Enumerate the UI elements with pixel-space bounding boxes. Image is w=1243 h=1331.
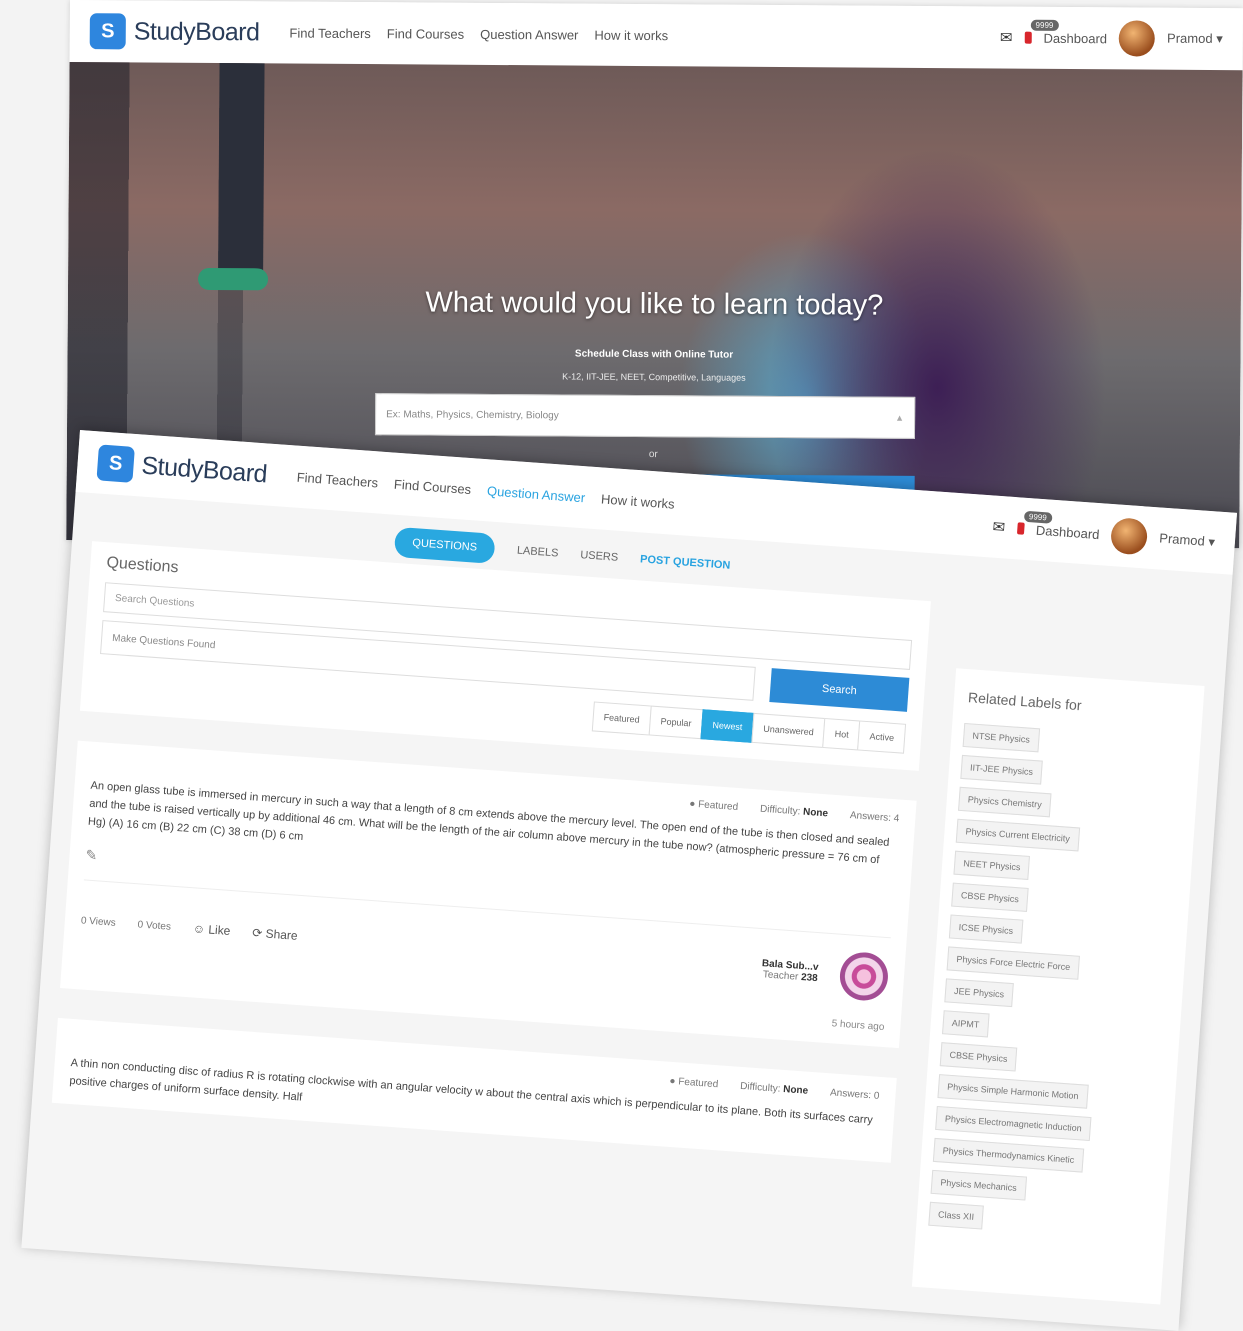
label-tag[interactable]: Class XII: [928, 1201, 984, 1230]
nav-question-answer[interactable]: Question Answer: [480, 26, 578, 42]
question-card[interactable]: ● Featured Difficulty: None Answers: 0 A…: [51, 1017, 897, 1163]
hero-photo-person: [218, 63, 265, 274]
search-button[interactable]: Search: [769, 668, 910, 712]
filter-hot[interactable]: Hot: [822, 717, 861, 751]
tab-questions[interactable]: QUESTIONS: [393, 526, 497, 564]
view-count: 0 Views: [80, 914, 117, 929]
label-tag[interactable]: IIT-JEE Physics: [960, 754, 1043, 785]
featured-label: ● Featured: [688, 798, 739, 814]
author-role: Teacher: [762, 969, 799, 983]
related-labels-title: Related Labels for: [967, 689, 1083, 714]
share-button[interactable]: ⟳ Share: [252, 926, 298, 943]
author-info[interactable]: Bala Sub...v Teacher 238: [761, 958, 819, 984]
nav-how-it-works[interactable]: How it works: [601, 491, 676, 511]
nav-how-it-works[interactable]: How it works: [594, 27, 668, 43]
label-tag[interactable]: ICSE Physics: [948, 914, 1023, 944]
logo-icon: S: [96, 444, 135, 483]
mail-icon[interactable]: ✉: [1000, 28, 1013, 46]
question-filter-placeholder: Make Questions Found: [111, 632, 216, 651]
chevron-down-icon[interactable]: ▲: [895, 413, 904, 423]
label-tag[interactable]: JEE Physics: [944, 978, 1014, 1008]
filter-active[interactable]: Active: [857, 720, 907, 754]
label-tag[interactable]: AIPMT: [942, 1010, 990, 1038]
label-tag[interactable]: CBSE Physics: [939, 1042, 1018, 1072]
filter-featured[interactable]: Featured: [591, 701, 652, 736]
notification-badge: 9999: [1030, 19, 1059, 31]
question-search-placeholder: Search Questions: [114, 592, 195, 610]
nav-dashboard[interactable]: Dashboard: [1036, 522, 1101, 542]
label-list: NTSE Physics IIT-JEE Physics Physics Chemi…: [926, 722, 1191, 1250]
tab-labels[interactable]: LABELS: [516, 545, 558, 560]
answer-count: Answers: 4: [849, 810, 900, 825]
brand-name: StudyBoard: [140, 451, 268, 488]
featured-label: ● Featured: [669, 1075, 719, 1091]
label-tag[interactable]: NEET Physics: [953, 850, 1031, 880]
difficulty: Difficulty: None: [739, 1080, 809, 1097]
bell-icon[interactable]: 9999: [1016, 510, 1053, 535]
logo-icon: S: [89, 13, 126, 50]
tab-users[interactable]: USERS: [580, 549, 619, 564]
label-tag[interactable]: NTSE Physics: [962, 722, 1040, 753]
brand-logo[interactable]: S StudyBoard: [89, 13, 260, 50]
related-labels-panel: Related Labels for NTSE Physics IIT-JEE P…: [911, 668, 1205, 1305]
user-menu[interactable]: Pramod ▾: [1167, 31, 1223, 47]
qa-screenshot: S StudyBoard Find Teachers Find Courses …: [21, 430, 1238, 1331]
subject-search-placeholder: Ex: Maths, Physics, Chemistry, Biology: [386, 408, 559, 421]
bell-icon[interactable]: 9999: [1024, 19, 1059, 44]
user-name: Pramod: [1158, 530, 1206, 549]
question-card[interactable]: ● Featured Difficulty: None Answers: 4 A…: [60, 740, 917, 1049]
tab-post-question[interactable]: POST QUESTION: [640, 553, 731, 571]
nav-find-courses[interactable]: Find Courses: [387, 26, 464, 42]
user-menu[interactable]: Pramod ▾: [1159, 530, 1216, 550]
hero-subtitle: Schedule Class with Online Tutor: [574, 348, 734, 361]
answer-count: Answers: 0: [829, 1087, 880, 1102]
hero-subtitle-categories: K-12, IIT-JEE, NEET, Competitive, Langua…: [562, 371, 746, 383]
filter-popular[interactable]: Popular: [648, 705, 704, 740]
author-avatar[interactable]: [838, 950, 890, 1003]
label-tag[interactable]: CBSE Physics: [951, 882, 1029, 912]
vote-count: 0 Votes: [137, 918, 172, 933]
filter-newest[interactable]: Newest: [700, 709, 755, 743]
top-nav: S StudyBoard Find Teachers Find Courses …: [69, 0, 1243, 71]
user-avatar[interactable]: [1118, 20, 1156, 57]
brand-logo[interactable]: S StudyBoard: [96, 444, 268, 492]
subject-search-input[interactable]: Ex: Maths, Physics, Chemistry, Biology ▲: [374, 393, 916, 439]
nav-find-teachers[interactable]: Find Teachers: [289, 25, 371, 41]
author-points: 238: [800, 971, 819, 985]
nav-dashboard[interactable]: Dashboard: [1043, 30, 1107, 45]
difficulty: Difficulty: None: [759, 803, 829, 820]
like-button[interactable]: ☺ Like: [192, 921, 231, 938]
mail-icon[interactable]: ✉: [992, 518, 1006, 537]
notification-badge: 9999: [1023, 510, 1053, 524]
questions-column: Questions Search Questions Make Question…: [43, 541, 931, 1284]
nav-find-courses[interactable]: Find Courses: [393, 476, 471, 496]
brand-name: StudyBoard: [133, 16, 260, 46]
filter-unanswered[interactable]: Unanswered: [751, 712, 826, 748]
nav-find-teachers[interactable]: Find Teachers: [296, 469, 378, 490]
hero-title: What would you like to learn today?: [425, 286, 884, 322]
nav-question-answer[interactable]: Question Answer: [487, 483, 586, 505]
user-name: Pramod: [1167, 30, 1213, 46]
user-avatar[interactable]: [1110, 517, 1149, 556]
